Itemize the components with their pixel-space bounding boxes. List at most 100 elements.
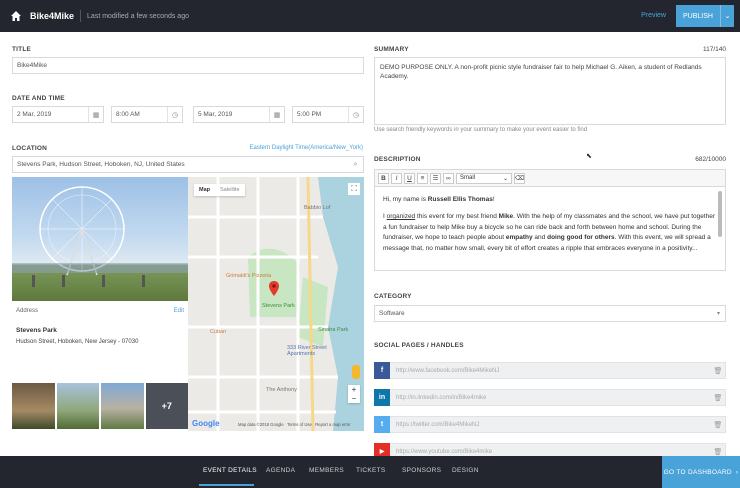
category-value: Software <box>379 310 405 317</box>
map-type-control[interactable]: Map Satellite <box>194 184 245 196</box>
italic-button[interactable]: I <box>391 172 402 184</box>
chevron-down-icon: ⌄ <box>502 175 508 182</box>
timezone-link[interactable]: Eastern Daylight Time(America/New_York) <box>250 145 363 151</box>
youtube-url-input[interactable]: https://www.youtube.com/Bike4mike <box>390 449 711 455</box>
start-date-value: 2 Mar, 2019 <box>17 111 52 118</box>
start-date-input[interactable]: 2 Mar, 2019 ▦ <box>12 106 104 123</box>
divider <box>80 10 82 22</box>
font-size-select[interactable]: Small ⌄ <box>456 172 512 184</box>
map-label-river-street: 333 River Street Apartments <box>287 345 327 357</box>
fullscreen-icon[interactable]: ⛶ <box>348 183 360 195</box>
publish-button[interactable]: PUBLISH ⌄ <box>676 5 734 27</box>
map-pin-icon[interactable] <box>269 281 279 296</box>
end-date-input[interactable]: 5 Mar, 2019 ▦ <box>193 106 285 123</box>
trash-icon[interactable]: 🗑 <box>711 421 725 429</box>
summary-hint: Use search friendly keywords in your sum… <box>374 127 588 133</box>
tab-event-details[interactable]: EVENT DETAILS <box>203 467 257 474</box>
zoom-control[interactable]: + − <box>348 385 360 403</box>
search-icon[interactable]: ⌕ <box>348 157 363 172</box>
text-run-bold: empathy <box>505 234 533 242</box>
text-run-bold: doing good for others <box>547 234 615 242</box>
facebook-icon: f <box>374 362 390 379</box>
place-name: Stevens Park <box>16 327 57 334</box>
location-label: LOCATION <box>12 145 48 152</box>
place-address: Hudson Street, Hoboken, New Jersey - 070… <box>16 339 139 345</box>
linkedin-icon: in <box>374 389 390 406</box>
calendar-icon[interactable]: ▦ <box>269 107 284 122</box>
social-row-facebook: f http://www.facebook.com/Bike4MikeNJ 🗑 <box>374 362 726 379</box>
text-run: this event for my best friend <box>417 213 497 221</box>
social-row-twitter: t https://twitter.com/Bike4MikeNJ 🗑 <box>374 416 726 433</box>
end-time-value: 5:00 PM <box>297 111 322 118</box>
bottom-nav: EVENT DETAILS AGENDA MEMBERS TICKETS SPO… <box>0 456 740 488</box>
bold-button[interactable]: B <box>378 172 389 184</box>
text-run: I <box>383 213 385 221</box>
home-icon[interactable] <box>10 10 22 22</box>
thumbnail-photo[interactable] <box>101 383 144 429</box>
bullet-list-icon[interactable]: ☰ <box>430 172 441 184</box>
thumbnail-photo[interactable] <box>56 383 99 429</box>
satellite-tab[interactable]: Satellite <box>215 184 245 196</box>
place-info-panel: Address Edit Stevens Park Hudson Street,… <box>12 177 188 431</box>
twitter-icon: t <box>374 416 390 433</box>
summary-textarea[interactable]: DEMO PURPOSE ONLY. A non-profit picnic s… <box>374 57 726 125</box>
map-label-babbio: Babbio Lof <box>304 205 331 211</box>
preview-link[interactable]: Preview <box>641 12 666 19</box>
start-time-input[interactable]: 8:00 AM ◷ <box>111 106 183 123</box>
map-label-anthony: The Anthony <box>266 387 297 393</box>
clock-icon[interactable]: ◷ <box>348 107 363 122</box>
trash-icon[interactable]: 🗑 <box>711 367 725 375</box>
underline-button[interactable]: U <box>404 172 415 184</box>
more-photos-button[interactable]: +7 <box>145 383 188 429</box>
end-time-input[interactable]: 5:00 PM ◷ <box>292 106 364 123</box>
tab-agenda[interactable]: AGENDA <box>266 467 295 474</box>
date-time-label: DATE AND TIME <box>12 95 65 102</box>
location-map[interactable]: Map Satellite ⛶ Babbio Lof Grimaldi's Pi… <box>12 177 364 431</box>
category-select[interactable]: Software ▾ <box>374 305 726 322</box>
ferris-wheel-image <box>12 186 188 287</box>
calendar-icon[interactable]: ▦ <box>88 107 103 122</box>
top-bar: Bike4Mike Last modified a few seconds ag… <box>0 0 740 32</box>
go-to-dashboard-button[interactable]: GO TO DASHBOARD › <box>662 456 740 488</box>
description-editor[interactable]: Hi, my name is Russell Ellis Thomas! I o… <box>374 187 726 271</box>
trash-icon[interactable]: 🗑 <box>711 394 725 402</box>
thumbnail-photo[interactable] <box>12 383 55 429</box>
ordered-list-icon[interactable]: ≡ <box>417 172 428 184</box>
title-input[interactable]: Bike4Mike <box>12 57 364 74</box>
description-greeting: Hi, my name is Russell Ellis Thomas! <box>383 195 717 205</box>
link-icon[interactable]: ∞ <box>443 172 454 184</box>
publish-label: PUBLISH <box>683 12 713 20</box>
street-view-pegman-icon[interactable] <box>352 365 360 379</box>
tab-sponsors[interactable]: SPONSORS <box>402 467 441 474</box>
map-label-stevens-park: Stevens Park <box>262 303 295 309</box>
address-label: Address <box>16 308 39 314</box>
map-tab[interactable]: Map <box>194 184 215 196</box>
map-label-cuban: Cuban <box>210 329 227 335</box>
trash-icon[interactable]: 🗑 <box>711 448 725 456</box>
social-row-linkedin: in http://in.linkedin.com/in/Bike4mike 🗑 <box>374 389 726 406</box>
title-label: TITLE <box>12 46 32 53</box>
editor-scrollbar[interactable] <box>718 191 722 237</box>
tab-tickets[interactable]: TICKETS <box>356 467 386 474</box>
mouse-cursor-icon: ⬉ <box>586 153 592 160</box>
text-run: and <box>534 234 546 242</box>
location-search-input[interactable]: Stevens Park, Hudson Street, Hoboken, NJ… <box>12 156 364 173</box>
clear-format-icon[interactable]: ⌫ <box>514 172 525 184</box>
event-details-form: TITLE Bike4Mike DATE AND TIME 2 Mar, 201… <box>0 32 740 460</box>
edit-address-link[interactable]: Edit <box>174 308 184 314</box>
end-date-value: 5 Mar, 2019 <box>198 111 233 118</box>
dashboard-label: GO TO DASHBOARD <box>663 468 732 476</box>
clock-icon[interactable]: ◷ <box>167 107 182 122</box>
text-run-bold: Mike <box>498 213 514 221</box>
category-label: CATEGORY <box>374 293 412 300</box>
tab-design[interactable]: DESIGN <box>452 467 479 474</box>
chevron-down-icon[interactable]: ⌄ <box>720 5 734 27</box>
twitter-url-input[interactable]: https://twitter.com/Bike4MikeNJ <box>390 422 711 428</box>
google-logo: Google <box>192 419 220 428</box>
zoom-out-button[interactable]: − <box>348 394 360 403</box>
linkedin-url-input[interactable]: http://in.linkedin.com/in/Bike4mike <box>390 395 711 401</box>
facebook-url-input[interactable]: http://www.facebook.com/Bike4MikeNJ <box>390 368 711 374</box>
tab-members[interactable]: MEMBERS <box>309 467 344 474</box>
summary-label: SUMMARY <box>374 46 409 53</box>
zoom-in-button[interactable]: + <box>348 385 360 394</box>
